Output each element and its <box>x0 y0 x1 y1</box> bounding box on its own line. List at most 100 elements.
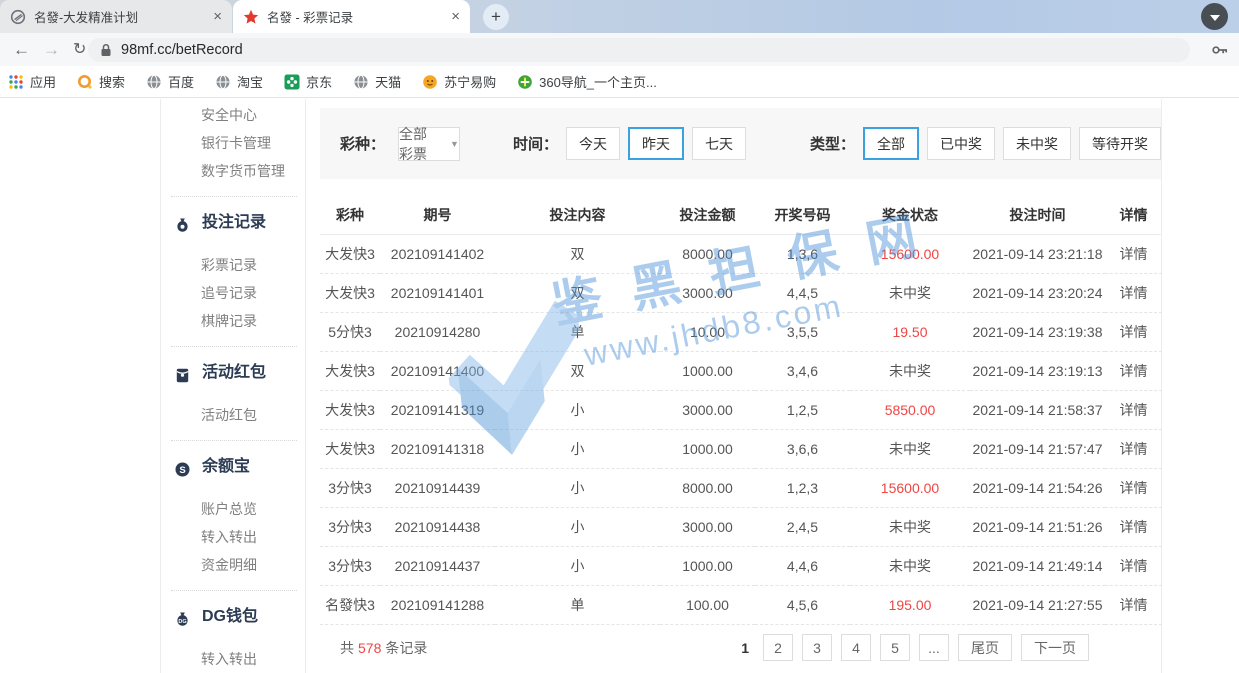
bookmark-label: 360导航_一个主页... <box>539 72 657 91</box>
sidebar-item[interactable]: 银行卡管理 <box>161 129 305 157</box>
lottery-name-link[interactable]: 名發快3 <box>320 585 380 624</box>
lottery-name-link[interactable]: 大发快3 <box>320 351 380 390</box>
time-filter-button[interactable]: 七天 <box>692 127 746 160</box>
bet-record-table: 彩种期号投注内容投注金额开奖号码奖金状态投注时间详情 大发快3202109141… <box>320 196 1162 625</box>
sidebar-item[interactable]: 账户总览 <box>161 495 305 523</box>
lottery-name-link[interactable]: 大发快3 <box>320 273 380 312</box>
forward-icon[interactable]: → <box>43 41 60 58</box>
page-button[interactable]: 2 <box>763 634 793 661</box>
sidebar-item[interactable]: 数字货币管理 <box>161 157 305 185</box>
globe-icon <box>353 74 369 90</box>
sidebar-item[interactable]: 活动红包 <box>161 401 305 429</box>
bookmark-item[interactable]: 百度 <box>146 72 194 91</box>
bookmark-item[interactable]: 苏宁易购 <box>422 72 496 91</box>
moneybag-icon <box>174 215 191 232</box>
issue-number: 202109141402 <box>380 234 495 273</box>
sidebar-item[interactable]: 安全中心 <box>161 101 305 129</box>
lottery-name-link[interactable]: 5分快3 <box>320 312 380 351</box>
page-button[interactable]: 3 <box>802 634 832 661</box>
sidebar-item[interactable]: 转入转出 <box>161 645 305 673</box>
close-icon[interactable]: × <box>213 9 222 24</box>
sidebar-item[interactable]: 转入转出 <box>161 523 305 551</box>
detail-link[interactable]: 详情 <box>1105 507 1162 546</box>
lion-icon <box>422 74 438 90</box>
bookmark-label: 苏宁易购 <box>444 72 496 91</box>
total-count: 578 <box>358 640 381 656</box>
prize-status: 19.50 <box>850 312 970 351</box>
main-panel: 彩种： 全部彩票 ▼ 时间： 今天昨天七天 类型： 全部已中奖未中奖等待开奖 彩… <box>320 99 1162 673</box>
type-filter-button[interactable]: 已中奖 <box>927 127 995 160</box>
lottery-name-link[interactable]: 3分快3 <box>320 546 380 585</box>
address-bar[interactable]: 98mf.cc/betRecord <box>88 38 1190 62</box>
sidebar-item[interactable]: 资金明细 <box>161 551 305 579</box>
bookmark-item[interactable]: 应用 <box>8 72 56 91</box>
bookmarks-bar: 应用 搜索 百度 淘宝 京东 天猫 苏宁易购 360导航_一个主页... <box>0 66 1239 98</box>
lottery-name-link[interactable]: 大发快3 <box>320 390 380 429</box>
lottery-select[interactable]: 全部彩票 ▼ <box>398 127 460 161</box>
dg-wallet-icon: DG <box>174 609 191 626</box>
page-buttons: 12345... 尾页下一页 <box>741 634 1089 661</box>
draw-numbers: 3,4,6 <box>755 351 850 390</box>
key-icon[interactable] <box>1211 41 1229 59</box>
new-tab-button[interactable]: + <box>483 4 509 30</box>
bookmark-item[interactable]: 360导航_一个主页... <box>517 72 657 91</box>
table-row: 3分快320210914438小3000.002,4,5未中奖2021-09-1… <box>320 507 1162 546</box>
detail-link[interactable]: 详情 <box>1105 312 1162 351</box>
issue-number: 20210914438 <box>380 507 495 546</box>
type-filter-button[interactable]: 等待开奖 <box>1079 127 1161 160</box>
sidebar-item[interactable]: 彩票记录 <box>161 251 305 279</box>
page-button[interactable]: 5 <box>880 634 910 661</box>
sidebar-item[interactable]: 追号记录 <box>161 279 305 307</box>
detail-link[interactable]: 详情 <box>1105 351 1162 390</box>
column-header: 奖金状态 <box>850 196 970 234</box>
type-filter-button[interactable]: 全部 <box>863 127 919 160</box>
jd-flower-icon <box>284 74 300 90</box>
reload-icon[interactable]: ↻ <box>73 42 86 58</box>
table-row: 大发快3202109141400双1000.003,4,6未中奖2021-09-… <box>320 351 1162 390</box>
page-button[interactable]: ... <box>919 634 949 661</box>
draw-numbers: 4,4,6 <box>755 546 850 585</box>
type-filter-button[interactable]: 未中奖 <box>1003 127 1071 160</box>
bet-amount: 8000.00 <box>660 468 755 507</box>
current-page: 1 <box>741 640 749 656</box>
detail-link[interactable]: 详情 <box>1105 390 1162 429</box>
last-page-button[interactable]: 尾页 <box>958 634 1012 661</box>
page-button[interactable]: 4 <box>841 634 871 661</box>
sidebar-group-title[interactable]: 活动红包 <box>161 358 305 388</box>
sidebar-group-title[interactable]: DGDG钱包 <box>161 602 305 632</box>
lottery-name-link[interactable]: 3分快3 <box>320 507 380 546</box>
time-filter-button[interactable]: 今天 <box>566 127 620 160</box>
column-header: 彩种 <box>320 196 380 234</box>
time-filter-button[interactable]: 昨天 <box>628 127 684 160</box>
table-row: 3分快320210914437小1000.004,4,6未中奖2021-09-1… <box>320 546 1162 585</box>
sidebar-group-title[interactable]: S余额宝 <box>161 452 305 482</box>
bookmark-item[interactable]: 京东 <box>284 72 332 91</box>
browser-menu-button[interactable] <box>1201 3 1228 30</box>
prize-status: 未中奖 <box>850 351 970 390</box>
tab-plan[interactable]: 名發-大发精准计划 × <box>0 0 232 33</box>
tab-bet-record[interactable]: 名發 - 彩票记录 × <box>233 0 470 33</box>
detail-link[interactable]: 详情 <box>1105 546 1162 585</box>
detail-link[interactable]: 详情 <box>1105 468 1162 507</box>
detail-link[interactable]: 详情 <box>1105 273 1162 312</box>
bookmark-item[interactable]: 天猫 <box>353 72 401 91</box>
lottery-name-link[interactable]: 大发快3 <box>320 429 380 468</box>
sidebar-group-title[interactable]: 投注记录 <box>161 208 305 238</box>
detail-link[interactable]: 详情 <box>1105 585 1162 624</box>
bookmark-item[interactable]: 搜索 <box>77 72 125 91</box>
close-icon[interactable]: × <box>451 9 460 24</box>
back-icon[interactable]: ← <box>13 41 30 58</box>
detail-link[interactable]: 详情 <box>1105 234 1162 273</box>
next-page-button[interactable]: 下一页 <box>1021 634 1089 661</box>
tab-title: 名發-大发精准计划 <box>34 7 205 26</box>
sidebar-item[interactable]: 棋牌记录 <box>161 307 305 335</box>
lottery-name-link[interactable]: 大发快3 <box>320 234 380 273</box>
detail-link[interactable]: 详情 <box>1105 429 1162 468</box>
table-row: 5分快320210914280单10.003,5,519.502021-09-1… <box>320 312 1162 351</box>
redpacket-icon <box>174 365 191 382</box>
table-row: 大发快3202109141318小1000.003,6,6未中奖2021-09-… <box>320 429 1162 468</box>
lottery-name-link[interactable]: 3分快3 <box>320 468 380 507</box>
sidebar-group-label: 余额宝 <box>202 452 250 482</box>
bookmark-item[interactable]: 淘宝 <box>215 72 263 91</box>
column-header: 开奖号码 <box>755 196 850 234</box>
